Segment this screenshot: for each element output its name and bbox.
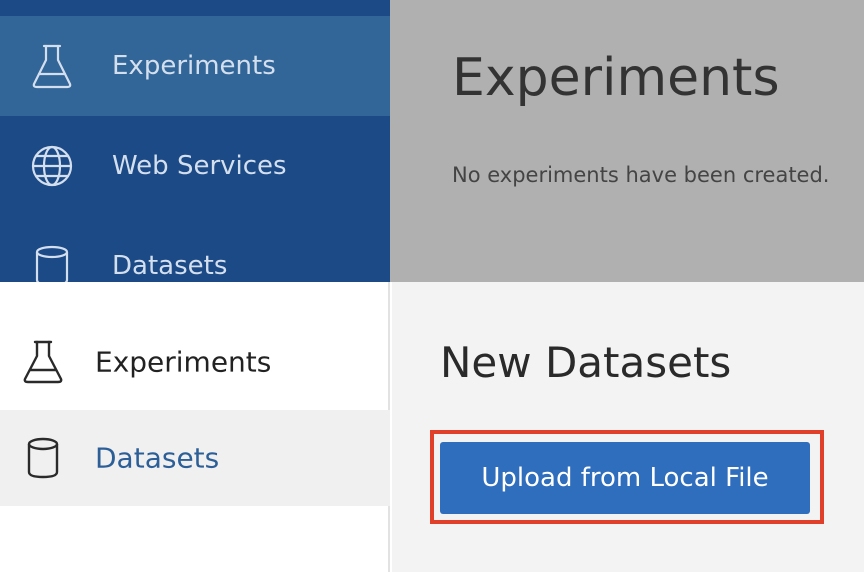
sidebar-item-label: Experiments <box>112 51 276 81</box>
empty-state-message: No experiments have been created. <box>452 163 830 187</box>
sidebar-item-experiments[interactable]: Experiments <box>0 16 390 116</box>
sidebar-item-label: Web Services <box>112 151 287 181</box>
cylinder-icon <box>18 433 68 483</box>
upload-from-local-file-button[interactable]: Upload from Local File <box>440 442 810 514</box>
sidebar-item-web-services[interactable]: Web Services <box>0 116 390 216</box>
page-title: Experiments <box>452 48 780 108</box>
flask-icon <box>18 337 68 387</box>
sidebar-item-label: Datasets <box>95 441 220 475</box>
new-datasets-panel: New Datasets Upload from Local File <box>392 282 864 572</box>
sidebar-item-datasets[interactable]: Datasets <box>0 410 390 506</box>
bottom-sidebar: Experiments Datasets <box>0 282 390 572</box>
sidebar-item-experiments[interactable]: Experiments <box>0 314 390 410</box>
sidebar-item-label: Datasets <box>112 251 228 281</box>
flask-icon <box>28 42 76 90</box>
sidebar-item-datasets[interactable]: Datasets <box>0 216 390 282</box>
cylinder-icon <box>28 242 76 282</box>
experiments-panel: Experiments No experiments have been cre… <box>390 0 864 282</box>
top-sidebar: Experiments Web Services Datasets <box>0 0 390 282</box>
globe-icon <box>28 142 76 190</box>
section-title: New Datasets <box>440 338 732 387</box>
sidebar-item-label: Experiments <box>95 345 272 379</box>
